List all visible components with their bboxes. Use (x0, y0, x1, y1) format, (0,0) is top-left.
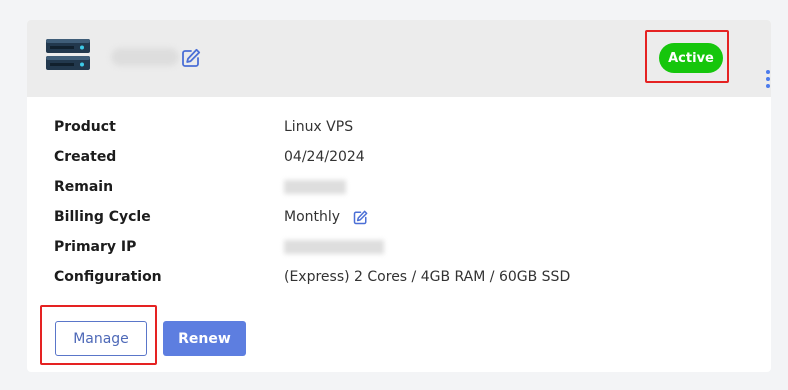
renew-button[interactable]: Renew (163, 321, 246, 356)
label-product: Product (54, 119, 116, 135)
status-badge: Active (659, 43, 723, 73)
value-primary-ip-redacted (284, 240, 384, 254)
label-created: Created (54, 149, 117, 165)
label-remain: Remain (54, 179, 114, 195)
value-product: Linux VPS (284, 119, 354, 135)
edit-name-icon[interactable] (181, 48, 201, 68)
label-billing-cycle: Billing Cycle (54, 209, 151, 225)
server-name-redacted (111, 48, 179, 66)
manage-button[interactable]: Manage (55, 321, 147, 356)
card-header: Active (27, 20, 771, 97)
value-created: 04/24/2024 (284, 149, 365, 165)
more-options-icon[interactable] (763, 70, 771, 88)
service-card: Active (27, 20, 771, 372)
server-stack-icon (46, 39, 90, 70)
value-configuration: (Express) 2 Cores / 4GB RAM / 60GB SSD (284, 269, 571, 285)
label-configuration: Configuration (54, 269, 162, 285)
label-primary-ip: Primary IP (54, 239, 137, 255)
edit-billing-icon[interactable] (353, 210, 368, 225)
value-billing-cycle: Monthly (284, 209, 341, 225)
value-remain-redacted (284, 180, 346, 194)
